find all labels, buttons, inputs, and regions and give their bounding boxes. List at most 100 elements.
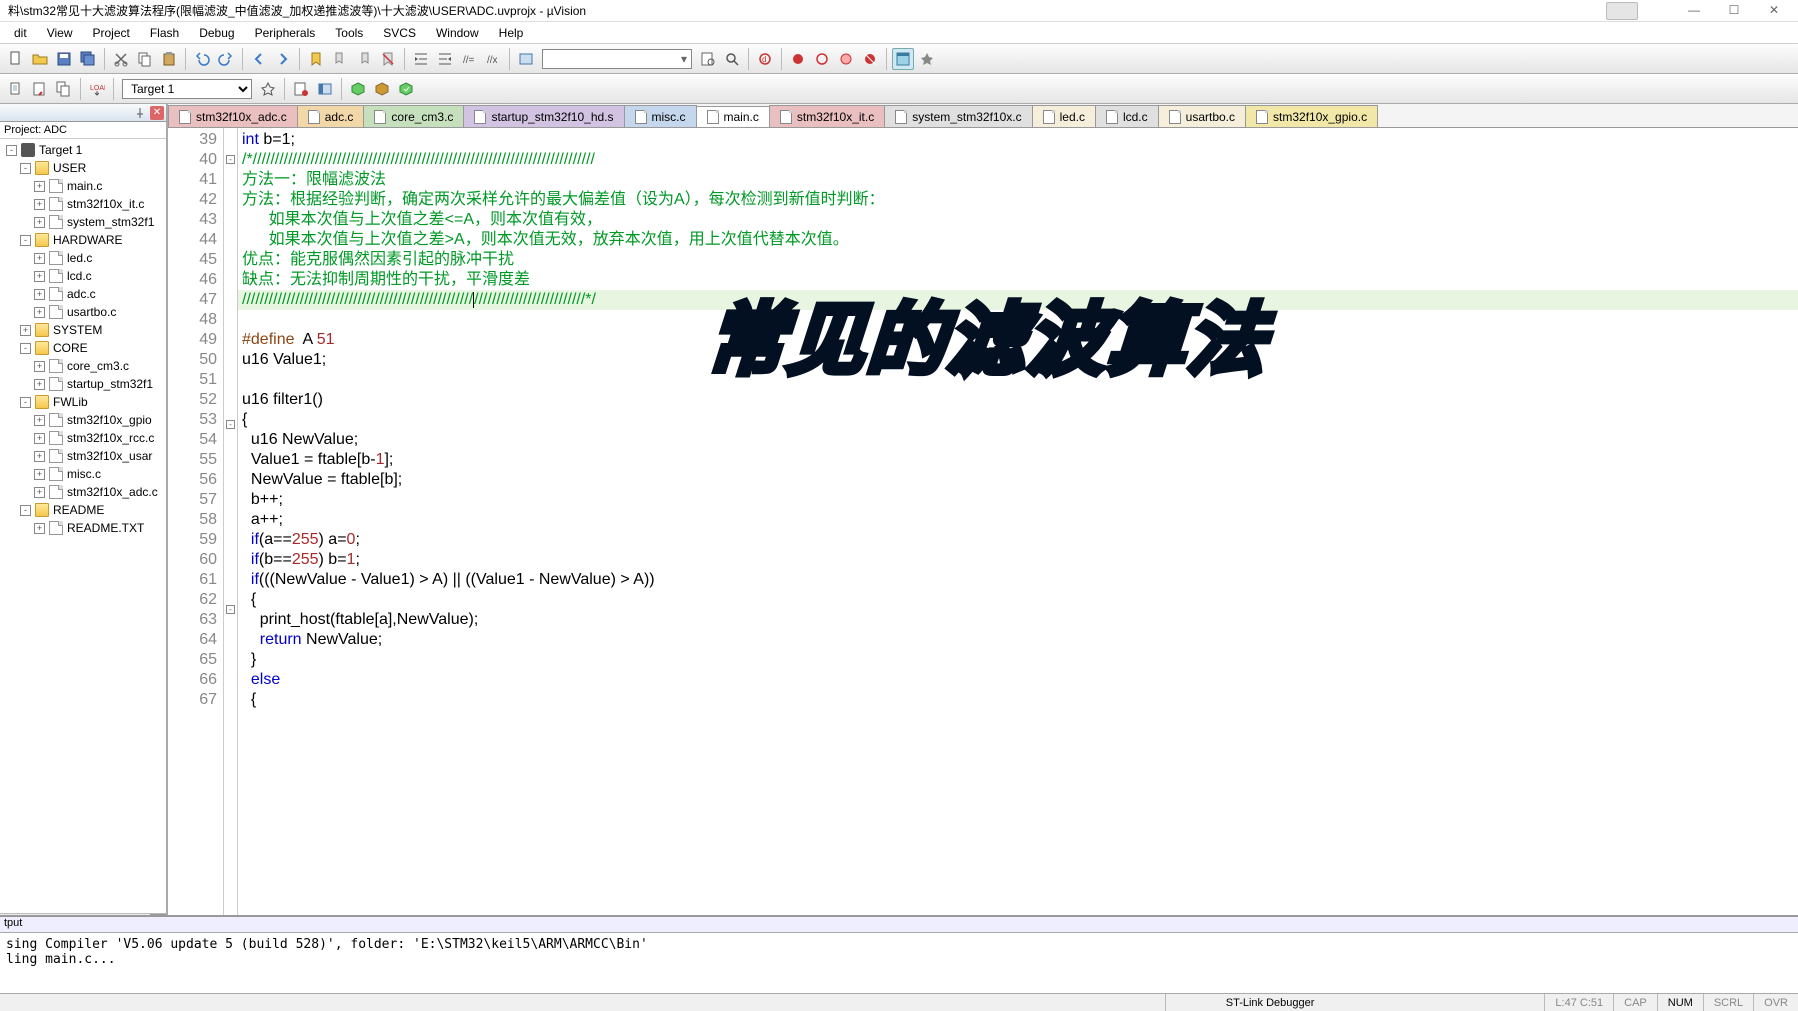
file-tab[interactable]: stm32f10x_adc.c [168, 105, 298, 127]
tree-group-CORE[interactable]: -CORE [0, 339, 166, 357]
code-line[interactable]: if(a==255) a=0; [238, 530, 1798, 550]
file-tab[interactable]: misc.c [624, 105, 697, 127]
menu-window[interactable]: Window [426, 24, 489, 42]
code-line[interactable]: a++; [238, 510, 1798, 530]
code-line[interactable]: 优点：能克服偶然因素引起的脉冲干扰 [238, 250, 1798, 270]
tree-file[interactable]: +main.c [0, 177, 166, 195]
tree-file[interactable]: +led.c [0, 249, 166, 267]
menu-flash[interactable]: Flash [140, 24, 189, 42]
file-tab[interactable]: stm32f10x_gpio.c [1245, 105, 1378, 127]
menu-tools[interactable]: Tools [325, 24, 373, 42]
code-line[interactable]: { [238, 410, 1798, 430]
code-line[interactable]: { [238, 690, 1798, 710]
tree-file[interactable]: +core_cm3.c [0, 357, 166, 375]
file-tab[interactable]: stm32f10x_it.c [769, 105, 885, 127]
tree-file[interactable]: +stm32f10x_it.c [0, 195, 166, 213]
translate-button[interactable] [5, 78, 27, 100]
code-line[interactable]: return NewValue; [238, 630, 1798, 650]
code-line[interactable]: u16 filter1() [238, 390, 1798, 410]
macro-button[interactable] [515, 48, 537, 70]
tree-file[interactable]: +lcd.c [0, 267, 166, 285]
code-line[interactable]: 如果本次值与上次值之差>A，则本次值无效，放弃本次值，用上次值代替本次值。 [238, 230, 1798, 250]
code-line[interactable]: int b=1; [238, 130, 1798, 150]
target-select[interactable]: Target 1 [122, 79, 252, 99]
indent-button[interactable] [410, 48, 432, 70]
pack-installer-button[interactable] [347, 78, 369, 100]
tree-file[interactable]: +README.TXT [0, 519, 166, 537]
find-combo[interactable]: ▾ [542, 49, 692, 69]
tree-file[interactable]: +stm32f10x_gpio [0, 411, 166, 429]
code-line[interactable]: print_host(ftable[a],NewValue); [238, 610, 1798, 630]
menu-view[interactable]: View [37, 24, 83, 42]
tree-file[interactable]: +misc.c [0, 465, 166, 483]
output-text[interactable]: sing Compiler 'V5.06 update 5 (build 528… [0, 933, 1798, 971]
menu-project[interactable]: Project [82, 24, 139, 42]
file-tab[interactable]: led.c [1032, 105, 1096, 127]
bookmark-clear-button[interactable] [377, 48, 399, 70]
code-line[interactable]: else [238, 670, 1798, 690]
project-root[interactable]: Project: ADC [0, 122, 166, 139]
tree-file[interactable]: +system_stm32f1 [0, 213, 166, 231]
build-button[interactable] [29, 78, 51, 100]
menu-debug[interactable]: Debug [189, 24, 244, 42]
code-line[interactable]: if(((NewValue - Value1) > A) || ((Value1… [238, 570, 1798, 590]
code-content[interactable]: int b=1;/*//////////////////////////////… [238, 128, 1798, 935]
menu-edit[interactable]: dit [4, 24, 37, 42]
bookmark-toggle-button[interactable] [305, 48, 327, 70]
fold-gutter[interactable]: --- [224, 128, 238, 935]
tree-file[interactable]: +usartbo.c [0, 303, 166, 321]
configure-button[interactable] [916, 48, 938, 70]
code-line[interactable]: u16 NewValue; [238, 430, 1798, 450]
find-in-files-button[interactable] [721, 48, 743, 70]
code-line[interactable]: /*//////////////////////////////////////… [238, 150, 1798, 170]
project-tree[interactable]: -Target 1-USER+main.c+stm32f10x_it.c+sys… [0, 139, 166, 913]
tree-group-HARDWARE[interactable]: -HARDWARE [0, 231, 166, 249]
select-packs-button[interactable] [371, 78, 393, 100]
minimize-button[interactable]: — [1674, 0, 1714, 20]
code-line[interactable]: 方法：根据经验判断，确定两次采样允许的最大偏差值（设为A），每次检测到新值时判断… [238, 190, 1798, 210]
target-options-button[interactable] [257, 78, 279, 100]
code-line[interactable]: if(b==255) b=1; [238, 550, 1798, 570]
close-pane-button[interactable]: ✕ [150, 106, 164, 120]
nav-back-button[interactable] [248, 48, 270, 70]
breakpoint-insert-button[interactable] [787, 48, 809, 70]
comment-button[interactable]: //= [458, 48, 480, 70]
file-tab[interactable]: system_stm32f10x.c [884, 105, 1032, 127]
paste-button[interactable] [158, 48, 180, 70]
tree-file[interactable]: +stm32f10x_rcc.c [0, 429, 166, 447]
tree-file[interactable]: +stm32f10x_adc.c [0, 483, 166, 501]
menu-svcs[interactable]: SVCS [373, 24, 426, 42]
copy-button[interactable] [134, 48, 156, 70]
close-button[interactable]: ✕ [1754, 0, 1794, 20]
maximize-button[interactable]: ☐ [1714, 0, 1754, 20]
pin-icon[interactable] [134, 107, 146, 119]
tree-file[interactable]: +stm32f10x_usar [0, 447, 166, 465]
manage-project-button[interactable] [314, 78, 336, 100]
breakpoint-kill-button[interactable] [859, 48, 881, 70]
new-file-button[interactable] [5, 48, 27, 70]
download-button[interactable]: LOAD [86, 78, 108, 100]
bookmark-prev-button[interactable] [329, 48, 351, 70]
runtime-env-button[interactable] [395, 78, 417, 100]
bookmark-next-button[interactable] [353, 48, 375, 70]
find-button[interactable] [697, 48, 719, 70]
file-extensions-button[interactable] [290, 78, 312, 100]
save-button[interactable] [53, 48, 75, 70]
rebuild-button[interactable] [53, 78, 75, 100]
tree-group-README[interactable]: -README [0, 501, 166, 519]
debug-start-button[interactable]: d [754, 48, 776, 70]
tree-group-FWLib[interactable]: -FWLib [0, 393, 166, 411]
tree-file[interactable]: +adc.c [0, 285, 166, 303]
window-layout-button[interactable] [892, 48, 914, 70]
code-line[interactable]: 如果本次值与上次值之差<=A，则本次值有效， [238, 210, 1798, 230]
uncomment-button[interactable]: //x [482, 48, 504, 70]
tree-file[interactable]: +startup_stm32f1 [0, 375, 166, 393]
breakpoint-enable-button[interactable] [811, 48, 833, 70]
tree-group-USER[interactable]: -USER [0, 159, 166, 177]
menu-peripherals[interactable]: Peripherals [245, 24, 326, 42]
file-tab[interactable]: adc.c [297, 105, 365, 127]
redo-button[interactable] [215, 48, 237, 70]
cut-button[interactable] [110, 48, 132, 70]
code-line[interactable]: NewValue = ftable[b]; [238, 470, 1798, 490]
nav-forward-button[interactable] [272, 48, 294, 70]
